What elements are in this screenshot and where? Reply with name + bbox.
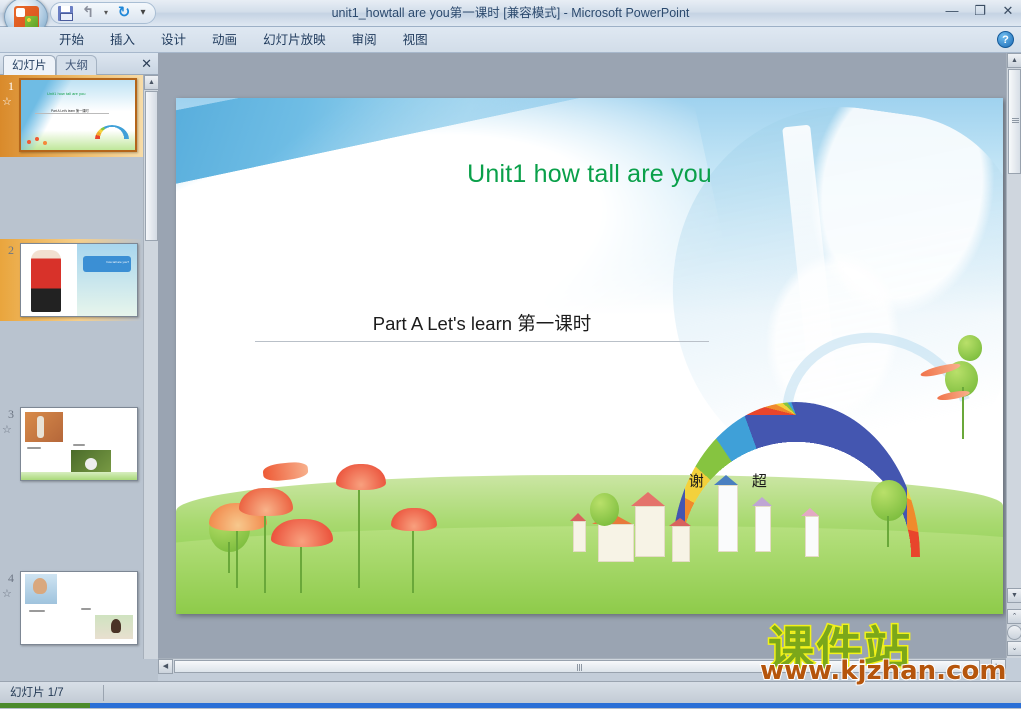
thumbnail-number: 1 — [8, 79, 14, 93]
slides-panel-tabs: 幻灯片 大纲 ✕ — [0, 53, 158, 75]
animation-star-icon: ☆ — [2, 588, 12, 600]
thumbnail-number: 2 — [8, 243, 14, 257]
thumbnail-image: how tall are you? — [20, 243, 138, 317]
tab-animations[interactable]: 动画 — [199, 27, 250, 53]
restore-button[interactable]: ❐ — [971, 3, 989, 19]
animation-star-icon: ☆ — [2, 424, 12, 436]
site-watermark: 课件站 www.kjzhan.com — [759, 612, 1015, 688]
close-panel-icon[interactable]: ✕ — [141, 56, 152, 72]
animation-star-icon: ☆ — [2, 96, 12, 108]
undo-button[interactable]: ↰ — [78, 4, 98, 22]
minimize-button[interactable]: — — [943, 3, 961, 19]
list-item[interactable]: 4 ☆ — [0, 567, 143, 649]
ribbon-tab-strip: 开始 插入 设计 动画 幻灯片放映 审阅 视图 ? — [0, 27, 1021, 53]
status-separator — [103, 685, 104, 701]
thumbnail-image — [20, 407, 138, 481]
tab-design[interactable]: 设计 — [148, 27, 199, 53]
quick-access-toolbar: ↰ ▾ ↻ ▾ — [50, 2, 156, 24]
tab-view[interactable]: 视图 — [390, 27, 441, 53]
title-bar: unit1_howtall are you第一课时 [兼容模式] - Micro… — [0, 0, 1021, 37]
thumbnail-number: 3 — [8, 407, 14, 421]
panel-tab-slides[interactable]: 幻灯片 — [3, 55, 56, 75]
vertical-scrollbar-thumb[interactable] — [1008, 69, 1021, 174]
slide-title[interactable]: Unit1 how tall are you — [176, 160, 1003, 189]
tab-home[interactable]: 开始 — [46, 27, 97, 53]
panel-tab-outline[interactable]: 大纲 — [56, 55, 97, 75]
thumbnail-list[interactable]: 1 ☆ Unit1 how tall are you Part A Let's … — [0, 75, 143, 659]
slides-panel: 幻灯片 大纲 ✕ 1 ☆ Unit1 how tall are you Part… — [0, 53, 159, 681]
scroll-up-icon[interactable]: ▲ — [1007, 53, 1021, 68]
undo-dropdown-icon[interactable]: ▾ — [101, 4, 111, 22]
list-item[interactable]: 1 ☆ Unit1 how tall are you Part A Let's … — [0, 75, 143, 157]
slide-author-name[interactable]: 谢 超 — [689, 470, 789, 491]
help-icon[interactable]: ? — [997, 31, 1014, 48]
list-item[interactable]: 3 ☆ — [0, 403, 143, 485]
tab-review[interactable]: 审阅 — [339, 27, 390, 53]
slide-canvas[interactable]: Unit1 how tall are you Part A Let's lear… — [176, 98, 1003, 614]
save-button[interactable] — [55, 4, 75, 22]
scroll-up-icon[interactable]: ▲ — [144, 75, 159, 90]
thumbnail-image — [20, 571, 138, 645]
save-icon — [57, 6, 73, 21]
ribbon-tabs: 开始 插入 设计 动画 幻灯片放映 审阅 视图 — [46, 27, 441, 53]
taskbar-accent-blue — [90, 703, 1021, 708]
slide-stage: Unit1 how tall are you Part A Let's lear… — [158, 53, 1006, 658]
slide-subtitle[interactable]: Part A Let's learn 第一课时 — [254, 310, 710, 342]
window-controls: — ❐ ✕ — [943, 3, 1017, 19]
scrollbar-thumb[interactable] — [145, 91, 158, 241]
slide-counter: 幻灯片 1/7 — [10, 687, 64, 699]
vertical-scrollbar[interactable]: ▲ ▼ ⌃ ⌄ — [1006, 53, 1021, 658]
thumbnail-scrollbar[interactable]: ▲ — [143, 75, 159, 659]
thumbnail-image: Unit1 how tall are you Part A Let's lear… — [19, 78, 137, 152]
tab-slideshow[interactable]: 幻灯片放映 — [250, 27, 339, 53]
taskbar-accent-green — [0, 703, 90, 708]
scroll-left-icon[interactable]: ◀ — [158, 659, 173, 674]
tab-insert[interactable]: 插入 — [97, 27, 148, 53]
customize-qat-icon[interactable]: ▾ — [137, 4, 149, 22]
redo-button[interactable]: ↻ — [114, 4, 134, 22]
list-item[interactable]: 2 how tall are you? — [0, 239, 143, 321]
scroll-down-icon[interactable]: ▼ — [1007, 588, 1021, 603]
thumbnail-number: 4 — [8, 571, 14, 585]
watermark-url: www.kjzhan.com — [759, 655, 1007, 687]
close-button[interactable]: ✕ — [999, 3, 1017, 19]
